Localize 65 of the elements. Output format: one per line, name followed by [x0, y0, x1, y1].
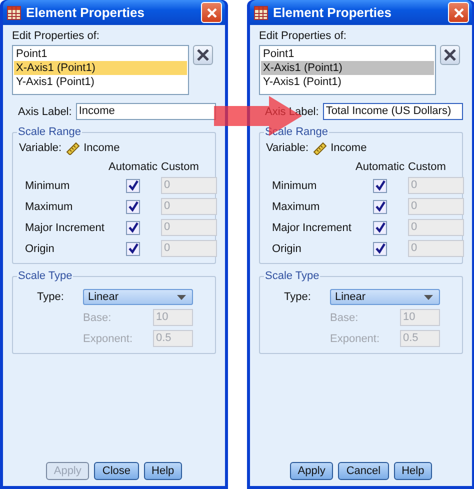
row-label: Major Increment: [25, 222, 105, 234]
close-icon: [454, 8, 464, 18]
row-label: Origin: [272, 242, 302, 254]
base-caption: Base:: [83, 312, 112, 324]
row-label: Minimum: [25, 180, 71, 192]
type-caption: Type:: [283, 291, 312, 303]
dropdown-arrow-icon: [177, 294, 186, 300]
dropdown-arrow-icon: [424, 294, 433, 300]
axis-label-field[interactable]: Total Income (US Dollars): [322, 103, 463, 120]
variable-caption: Variable:: [266, 142, 309, 154]
checkbox[interactable]: [373, 242, 387, 256]
list-item[interactable]: Y-Axis1 (Point1): [14, 75, 187, 89]
base-caption: Base:: [330, 312, 360, 324]
variable-name: Income: [84, 142, 120, 154]
checkbox[interactable]: [126, 200, 140, 214]
grid-icon: [254, 6, 268, 20]
dialog-button[interactable]: Help: [144, 462, 182, 480]
list-item[interactable]: X-Axis1 (Point1): [14, 61, 187, 75]
row-label: Minimum: [272, 180, 318, 192]
delete-button[interactable]: [193, 45, 213, 65]
checkbox[interactable]: [373, 220, 387, 234]
checkbox[interactable]: [126, 178, 140, 192]
variable-caption: Variable:: [19, 142, 62, 154]
row-label: Maximum: [25, 200, 74, 212]
window-title: Element Properties: [273, 5, 392, 20]
group-title: Scale Type: [17, 270, 74, 282]
grid-icon: [7, 6, 21, 20]
exponent-caption: Exponent:: [330, 332, 381, 344]
ruler-icon: [312, 141, 327, 155]
list-item[interactable]: Point1: [261, 47, 434, 61]
axis-label-field[interactable]: Income: [76, 103, 216, 120]
column-header: Custom: [161, 161, 200, 173]
list-item[interactable]: X-Axis1 (Point1): [261, 61, 434, 75]
checkbox[interactable]: [373, 178, 387, 192]
dialog-button[interactable]: Help: [394, 462, 432, 480]
close-icon: [206, 8, 216, 18]
dialog-button[interactable]: Apply: [290, 462, 334, 480]
type-caption: Type:: [36, 291, 65, 303]
list-label: Edit Properties of:: [12, 30, 100, 42]
exponent-caption: Exponent:: [83, 332, 134, 344]
group-title: Scale Type: [264, 270, 320, 282]
column-header: Automatic: [108, 161, 158, 173]
dialog-button[interactable]: Close: [94, 462, 139, 480]
dialog-button[interactable]: Cancel: [338, 462, 389, 480]
list-label: Edit Properties of:: [259, 30, 348, 42]
row-label: Origin: [25, 242, 56, 254]
axis-label-caption: Axis Label:: [18, 106, 72, 118]
close-button[interactable]: [448, 2, 469, 23]
close-button[interactable]: [201, 2, 222, 23]
row-label: Maximum: [272, 200, 321, 212]
list-item[interactable]: Y-Axis1 (Point1): [261, 75, 434, 89]
ruler-icon: [66, 141, 80, 155]
delete-icon: [443, 49, 457, 61]
row-label: Major Increment: [272, 222, 352, 234]
window-title: Element Properties: [26, 5, 146, 20]
variable-name: Income: [330, 142, 367, 154]
list-item[interactable]: Point1: [14, 47, 187, 61]
column-header: Automatic: [354, 161, 406, 173]
delete-button[interactable]: [440, 45, 460, 65]
group-title: Scale Range: [17, 126, 82, 138]
delete-icon: [196, 49, 210, 61]
checkbox[interactable]: [126, 242, 140, 256]
column-header: Custom: [408, 161, 447, 173]
checkbox[interactable]: [126, 220, 140, 234]
checkbox[interactable]: [373, 200, 387, 214]
